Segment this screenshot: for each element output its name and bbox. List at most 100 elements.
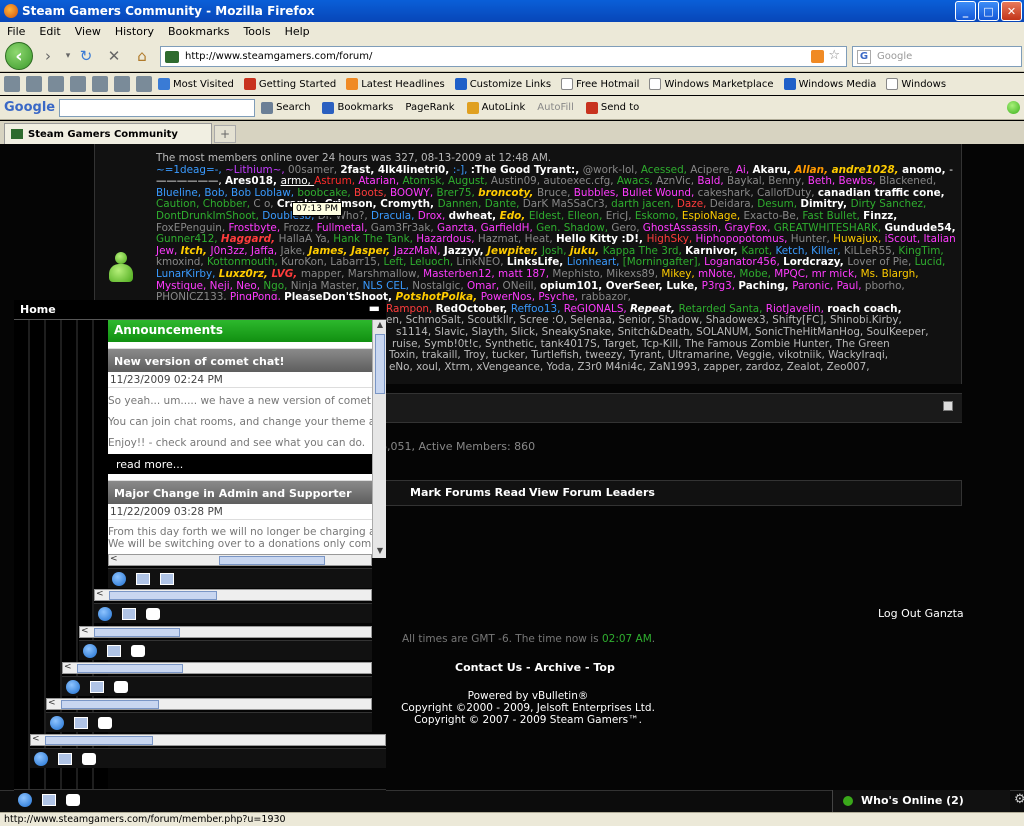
- online-user-name[interactable]: JazzMaN,: [394, 245, 444, 257]
- url-bar[interactable]: http://www.steamgamers.com/forum/ ☆: [160, 46, 847, 67]
- online-user-name[interactable]: Omar,: [467, 280, 503, 292]
- online-user-name[interactable]: darth jacen,: [611, 198, 677, 211]
- new-tab-button[interactable]: +: [214, 125, 236, 143]
- online-user-name[interactable]: Dannen,: [438, 198, 485, 211]
- online-user-name[interactable]: Gam3Fr3ak,: [371, 222, 437, 234]
- online-user-name[interactable]: Benny,: [768, 175, 807, 187]
- online-user-name[interactable]: Neo,: [236, 280, 263, 292]
- online-user-name[interactable]: Akaru,: [752, 164, 794, 176]
- online-user-name[interactable]: Ares018,: [225, 175, 281, 187]
- online-user-name[interactable]: Repeat,: [630, 303, 679, 315]
- online-user-name[interactable]: andre1028,: [832, 164, 903, 176]
- online-user-name[interactable]: Ninja Master,: [291, 280, 363, 292]
- online-user-name[interactable]: HighSky,: [647, 233, 696, 245]
- tab-steam-gamers[interactable]: Steam Gamers Community: [4, 123, 212, 144]
- toolbar-icon-2[interactable]: [26, 76, 42, 92]
- online-user-name[interactable]: Mikexs89,: [606, 268, 661, 280]
- bookmark-star-icon[interactable]: ☆: [828, 48, 840, 63]
- online-user-name[interactable]: Reffoo13,: [511, 303, 564, 315]
- online-user-name[interactable]: LinksLife,: [507, 256, 567, 269]
- forward-icon[interactable]: ›: [38, 46, 58, 66]
- online-user-name[interactable]: RedOctober,: [436, 303, 511, 315]
- online-user-name[interactable]: Retarded Santa,: [679, 303, 766, 315]
- online-user-name[interactable]: James,: [309, 245, 352, 257]
- online-user-name[interactable]: Fullmetal,: [317, 222, 371, 234]
- online-user-name[interactable]: FoxEPenguin,: [156, 222, 229, 234]
- google-search-icon[interactable]: G: [857, 50, 871, 64]
- online-user-name[interactable]: Astrum,: [314, 175, 358, 187]
- maximize-icon[interactable]: □: [978, 1, 999, 21]
- online-user-name[interactable]: Killer,: [811, 245, 844, 257]
- autolink-button[interactable]: AutoLink: [466, 101, 525, 114]
- online-user-name[interactable]: NLS CEL,: [363, 280, 413, 292]
- online-user-name[interactable]: Karot,: [741, 245, 775, 257]
- online-user-name[interactable]: Nostalgic,: [412, 280, 467, 292]
- online-user-name[interactable]: C: [253, 198, 264, 211]
- online-user-name[interactable]: Masterben12,: [423, 268, 498, 280]
- online-user-name[interactable]: cone,: [913, 187, 945, 199]
- chat-main-rooms-icon[interactable]: [42, 793, 56, 806]
- online-user-name[interactable]: Ngo,: [263, 280, 290, 292]
- online-user-name[interactable]: boobcake,: [297, 187, 354, 199]
- online-user-name[interactable]: EricJ,: [606, 210, 635, 222]
- online-user-name[interactable]: @work-lol,: [583, 164, 641, 176]
- online-user-name[interactable]: Gen. Shadow,: [536, 222, 611, 234]
- online-user-name[interactable]: Hiphopopotomus,: [695, 233, 790, 245]
- online-user-name[interactable]: roach coach,: [827, 303, 901, 315]
- online-user-name[interactable]: Ai,: [736, 164, 753, 176]
- online-user-name[interactable]: Dirty: [851, 198, 880, 211]
- online-user-name[interactable]: Frostbyte,: [229, 222, 284, 234]
- save-icon[interactable]: [92, 76, 108, 92]
- read-more-link[interactable]: read more...: [108, 454, 372, 474]
- online-user-name[interactable]: anomo,: [902, 164, 949, 176]
- online-user-name[interactable]: iScout,: [885, 233, 924, 245]
- online-user-name[interactable]: autoexec.cfg,: [543, 175, 616, 187]
- bookmark-windows-media[interactable]: Windows Media: [783, 78, 876, 90]
- translate-icon[interactable]: [136, 76, 152, 92]
- online-user-name[interactable]: Labarr15,: [330, 256, 383, 269]
- rss-icon[interactable]: [811, 50, 824, 63]
- online-user-name[interactable]: Haggard,: [221, 233, 279, 245]
- online-user-name[interactable]: Gunner412,: [156, 233, 221, 245]
- back-button[interactable]: ‹: [5, 42, 33, 70]
- online-user-name[interactable]: Luke,: [666, 280, 701, 292]
- online-user-name[interactable]: cakeshark,: [698, 187, 757, 199]
- autofill-button[interactable]: AutoFill: [537, 102, 574, 113]
- online-user-name[interactable]: Drox,: [418, 210, 449, 222]
- bookmark-getting-started[interactable]: Getting Started: [243, 78, 336, 90]
- online-user-name[interactable]: mapper,: [301, 268, 348, 280]
- chat-hscroll-6[interactable]: <: [30, 734, 386, 746]
- online-user-name[interactable]: mNote,: [698, 268, 739, 280]
- online-user-name[interactable]: Marshmallow,: [348, 268, 423, 280]
- logout-link[interactable]: Log Out Ganzta: [878, 607, 964, 620]
- settings-gear-icon[interactable]: ⚙: [1014, 792, 1024, 807]
- print-icon[interactable]: [48, 76, 64, 92]
- online-user-name[interactable]: Lucid,: [915, 256, 946, 269]
- online-user-name[interactable]: Cromyth,: [380, 198, 437, 211]
- online-user-name[interactable]: Blackened,: [879, 175, 936, 187]
- chat-hscroll-5[interactable]: <: [46, 698, 372, 710]
- online-user-name[interactable]: mr mick,: [812, 268, 861, 280]
- online-user-name[interactable]: ONeill,: [503, 280, 541, 292]
- online-user-name[interactable]: Psyche,: [538, 291, 581, 303]
- online-user-name[interactable]: Jazzyy,: [444, 245, 487, 257]
- online-user-name[interactable]: Deidara,: [710, 198, 758, 211]
- online-user-name[interactable]: Hank The Tank,: [333, 233, 416, 245]
- online-user-name[interactable]: EspioNage,: [682, 210, 744, 222]
- online-user-name[interactable]: kmoxind,: [156, 256, 207, 269]
- online-user-name[interactable]: Jewpiter,: [487, 245, 542, 257]
- online-user-name[interactable]: Bullet Wound,: [622, 187, 698, 199]
- online-user-name[interactable]: August,: [448, 175, 491, 187]
- close-icon[interactable]: ✕: [1001, 1, 1022, 21]
- bookmark-windows[interactable]: Windows: [886, 78, 946, 90]
- online-user-name[interactable]: 4lk4linetri0,: [378, 164, 453, 176]
- chat-hscroll-1[interactable]: <: [108, 554, 372, 566]
- online-user-name[interactable]: Leluoch,: [410, 256, 457, 269]
- online-user-name[interactable]: Baykal,: [727, 175, 768, 187]
- online-user-name[interactable]: Brer75,: [436, 187, 478, 199]
- online-user-name[interactable]: Beth,: [808, 175, 839, 187]
- online-user-name[interactable]: :The Good Tyrant:,: [471, 164, 583, 176]
- spellcheck-icon[interactable]: [114, 76, 130, 92]
- online-user-name[interactable]: Eldest,: [529, 210, 568, 222]
- history-dropdown-icon[interactable]: ▾: [58, 46, 78, 66]
